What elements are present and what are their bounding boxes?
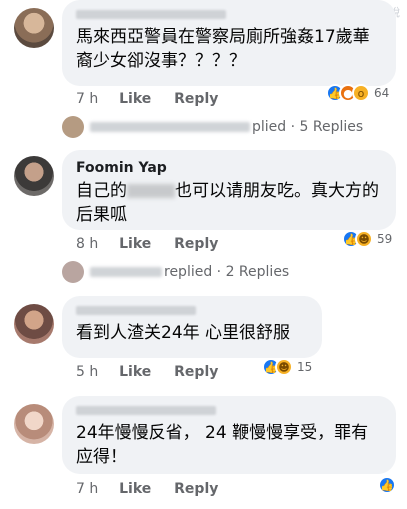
reaction-count: 15 (297, 360, 313, 374)
reply-button[interactable]: Reply (174, 236, 218, 252)
reply-button[interactable]: Reply (174, 481, 218, 497)
replies-summary: replied · 2 Replies (164, 264, 290, 280)
comment-actions: 7 h Like Reply (76, 481, 236, 497)
comment-text: 24年慢慢反省， 24 鞭慢慢享受，罪有应得！ (76, 423, 369, 467)
haha-icon: ☻ (275, 358, 293, 376)
comment-actions: 5 h Like Reply (76, 364, 236, 380)
timestamp[interactable]: 5 h (76, 364, 98, 380)
wow-icon: o (352, 84, 370, 102)
comment-bubble: Foomin Yap 自己的 也可以请朋友吃。真大方的后果呱 (62, 150, 396, 230)
like-button[interactable]: Like (119, 481, 151, 497)
view-replies-link[interactable]: replied · 2 Replies (62, 261, 289, 283)
haha-icon: ☻ (355, 230, 373, 248)
replies-summary: plied · 5 Replies (252, 119, 364, 135)
reply-button[interactable]: Reply (174, 364, 218, 380)
avatar[interactable] (14, 8, 54, 48)
like-icon: 👍 (378, 476, 396, 494)
timestamp[interactable]: 8 h (76, 236, 98, 252)
comment-text: 看到人渣关24年 心里很舒服 (76, 323, 291, 343)
comment-bubble: 看到人渣关24年 心里很舒服 (62, 296, 322, 358)
replier-name-blurred (90, 267, 162, 277)
reaction-summary[interactable]: 👍 ● o 64 (326, 84, 389, 102)
replier-name-blurred (90, 122, 250, 132)
comment-text: 馬來西亞警員在警察局廁所強姦17歲華裔少女卻沒事？？？？ (76, 27, 370, 71)
reply-avatar (62, 116, 84, 138)
timestamp[interactable]: 7 h (76, 91, 98, 107)
view-replies-link[interactable]: plied · 5 Replies (62, 116, 363, 138)
like-button[interactable]: Like (119, 364, 151, 380)
comment-bubble: 24年慢慢反省， 24 鞭慢慢享受，罪有应得！ (62, 396, 396, 474)
reaction-count: 59 (377, 232, 393, 246)
reaction-summary[interactable]: 👍 ☻ 59 (342, 230, 392, 248)
author-name-blurred (76, 10, 226, 19)
author-name-blurred (76, 406, 216, 415)
avatar[interactable] (14, 304, 54, 344)
avatar[interactable] (14, 404, 54, 444)
reaction-count: 64 (374, 86, 390, 100)
comment-text: 自己的 也可以请朋友吃。真大方的后果呱 (76, 179, 382, 227)
like-button[interactable]: Like (119, 236, 151, 252)
comment-text-start: 自己的 (76, 181, 127, 201)
comment-bubble: 馬來西亞警員在警察局廁所強姦17歲華裔少女卻沒事？？？？ (62, 0, 396, 86)
avatar[interactable] (14, 156, 54, 196)
like-button[interactable]: Like (119, 91, 151, 107)
reply-avatar (62, 261, 84, 283)
comment-actions: 8 h Like Reply (76, 236, 236, 252)
author-name[interactable]: Foomin Yap (76, 160, 382, 176)
timestamp[interactable]: 7 h (76, 481, 98, 497)
comment-actions: 7 h Like Reply (76, 91, 236, 107)
author-name-blurred (76, 306, 196, 315)
reply-button[interactable]: Reply (174, 91, 218, 107)
reaction-summary[interactable]: 👍 (378, 476, 396, 494)
reaction-summary[interactable]: 👍 ☻ 15 (262, 358, 312, 376)
blurred-word (127, 184, 175, 198)
